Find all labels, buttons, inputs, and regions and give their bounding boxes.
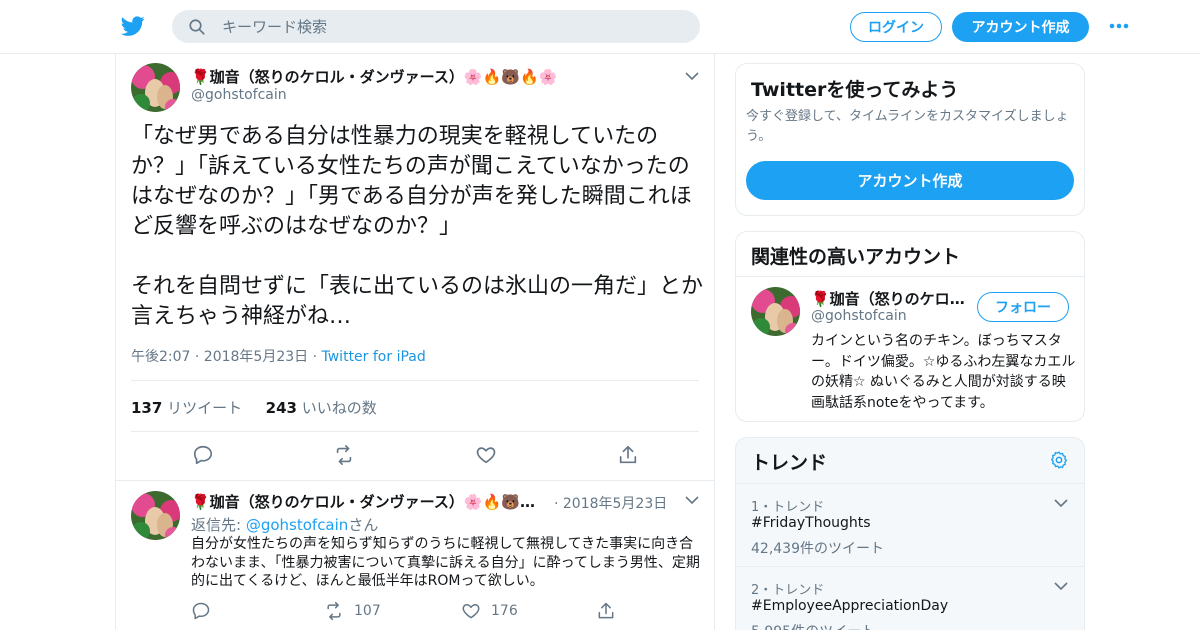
like-label[interactable]: いいねの数 (302, 399, 377, 417)
reply-like-count: 176 (491, 603, 518, 619)
like-icon[interactable] (475, 444, 497, 466)
signup-card-button[interactable]: アカウント作成 (746, 161, 1074, 200)
avatar[interactable] (751, 287, 800, 336)
trend-item[interactable]: 2・トレンド #EmployeeAppreciationDay 5,995件のツ… (736, 567, 1084, 630)
tweet-author-handle[interactable]: @gohstofcain (191, 87, 287, 103)
tweet-actions (116, 444, 714, 468)
retweet-icon[interactable] (333, 444, 355, 466)
share-icon (598, 602, 614, 619)
signup-card-description: 今すぐ登録して、タイムラインをカスタマイズしましょう。 (746, 109, 1069, 144)
retweet-button[interactable]: 107 (324, 601, 381, 621)
avatar[interactable] (131, 63, 180, 112)
reply-text: 自分が女性たちの声を知らず知らずのうちに軽視して無視してきた事実に向き合わないま… (191, 536, 700, 589)
reply-retweet-count: 107 (354, 603, 381, 619)
reply-button[interactable] (191, 601, 211, 621)
related-account-bio: カインという名のチキン。ぼっちマスター。ドイツ偏愛。☆ゆるふわ左翼なカエルの妖精… (811, 333, 1076, 411)
tweet-author-name[interactable]: 🌹珈音（怒りのケロル・ダンヴァース）🌸🔥🐻🔥🌸 (191, 66, 557, 87)
reply-to-suffix: さん (348, 516, 379, 534)
reply-to-prefix: 返信先: (191, 516, 246, 534)
share-icon[interactable] (617, 444, 639, 466)
reply-icon (192, 602, 210, 620)
avatar-image (131, 63, 180, 112)
reply-author-name[interactable]: 🌹珈音（怒りのケロル・ダンヴァース）🌸🔥🐻… (191, 491, 535, 512)
trends-title: トレンド (751, 452, 828, 474)
tweet-timestamp: 午後2:07 · 2018年5月23日 · Twitter for iPad (131, 346, 426, 366)
avatar-image (131, 491, 180, 540)
divider (736, 276, 1084, 277)
divider (131, 380, 699, 381)
tweet-time[interactable]: 午後2:07 · 2018年5月23日 · (131, 349, 322, 365)
signup-button[interactable]: アカウント作成 (952, 12, 1089, 42)
search-bar[interactable] (172, 10, 700, 43)
like-button[interactable]: 176 (461, 601, 518, 621)
signup-card-title: Twitterを使ってみよう (751, 79, 959, 101)
twitter-logo-icon[interactable] (120, 14, 146, 38)
avatar-image (751, 287, 800, 336)
reply-date[interactable]: · 2018年5月23日 (554, 493, 667, 513)
more-dots-icon[interactable] (1108, 18, 1130, 34)
trend-meta: 2・トレンド (751, 583, 825, 598)
related-accounts-card: 関連性の高いアカウント 🌹珈音（怒りのケロル… @gohstofcain フォロ… (735, 231, 1085, 422)
reply-to-handle-link[interactable]: @gohstofcain (246, 516, 348, 534)
search-input[interactable] (222, 17, 662, 36)
avatar[interactable] (131, 491, 180, 540)
like-count[interactable]: 243 (266, 399, 297, 417)
trends-card: トレンド 1・トレンド #FridayThoughts 42,439件のツイート… (735, 437, 1085, 630)
main-timeline-column: 🌹珈音（怒りのケロル・ダンヴァース）🌸🔥🐻🔥🌸 @gohstofcain 「なぜ… (115, 54, 715, 630)
trend-hashtag[interactable]: #FridayThoughts (751, 515, 871, 531)
reply-tweet[interactable]: 🌹珈音（怒りのケロル・ダンヴァース）🌸🔥🐻… · 2018年5月23日 返信先:… (116, 480, 714, 630)
retweet-count[interactable]: 137 (131, 399, 162, 417)
chevron-down-icon[interactable] (1054, 498, 1068, 508)
related-account-name[interactable]: 🌹珈音（怒りのケロル… (811, 288, 971, 309)
chevron-down-icon[interactable] (685, 71, 699, 81)
tweet-client-link[interactable]: Twitter for iPad (322, 349, 426, 365)
chevron-down-icon[interactable] (685, 495, 699, 505)
related-accounts-title: 関連性の高いアカウント (751, 246, 961, 268)
divider (131, 431, 699, 432)
reply-to-line: 返信先: @gohstofcainさん (191, 514, 378, 535)
gear-icon[interactable] (1049, 450, 1069, 470)
follow-button[interactable]: フォロー (977, 292, 1069, 322)
reply-icon[interactable] (192, 444, 214, 466)
related-account-handle[interactable]: @gohstofcain (811, 308, 907, 324)
chevron-down-icon[interactable] (1054, 581, 1068, 591)
login-button[interactable]: ログイン (850, 12, 942, 42)
trend-tweet-count: 5,995件のツイート (751, 621, 875, 630)
top-navigation-bar: ログイン アカウント作成 (0, 0, 1200, 54)
search-icon (189, 18, 205, 35)
like-icon (462, 604, 480, 619)
tweet-text: 「なぜ男である自分は性暴力の現実を軽視していたのか？」「訴えている女性たちの声が… (131, 124, 704, 329)
trend-meta: 1・トレンド (751, 500, 825, 515)
trend-tweet-count: 42,439件のツイート (751, 541, 884, 557)
share-button[interactable] (596, 601, 616, 621)
reply-actions: 107 176 (191, 601, 701, 623)
signup-card: Twitterを使ってみよう 今すぐ登録して、タイムラインをカスタマイズしましょ… (735, 63, 1085, 216)
retweet-icon (327, 601, 341, 621)
trend-hashtag[interactable]: #EmployeeAppreciationDay (751, 598, 948, 614)
retweet-label[interactable]: リツイート (167, 399, 242, 417)
tweet-stats: 137 リツイート 243 いいねの数 (131, 397, 377, 418)
trend-item[interactable]: 1・トレンド #FridayThoughts 42,439件のツイート (736, 484, 1084, 567)
